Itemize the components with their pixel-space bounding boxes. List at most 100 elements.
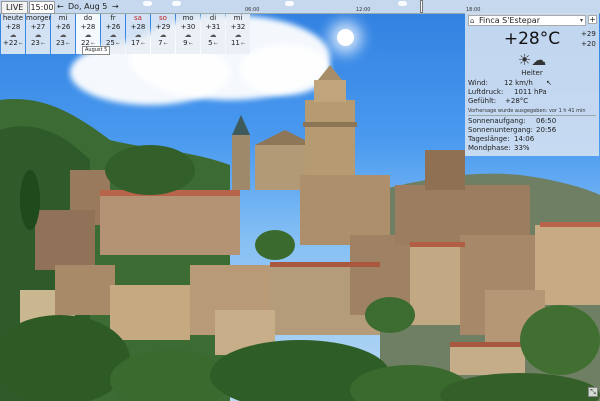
cloud-icon	[143, 1, 152, 6]
pressure-value: 1011 hPa	[514, 88, 547, 96]
temperature-low: +20	[581, 40, 596, 48]
sunrise-row: Sonnenaufgang: 06:50	[468, 117, 556, 126]
day-name: sa	[134, 14, 142, 22]
live-button[interactable]: LIVE	[1, 1, 29, 14]
forecast-day-2[interactable]: mi +26 ☁ 23←	[51, 14, 75, 54]
day-high: +26	[105, 23, 121, 31]
moon-phase-label: Mondphase:	[468, 144, 511, 152]
day-low: 7←	[151, 39, 175, 48]
forecast-day-9[interactable]: mi +32 ☁ 11←	[226, 14, 250, 54]
day-length-value: 14:06	[514, 135, 535, 143]
partly-cloudy-icon: ☁	[34, 31, 42, 39]
day-high: +27	[30, 23, 46, 31]
cloud-icon	[398, 1, 407, 6]
timeline-cursor-handle[interactable]	[420, 0, 423, 13]
day-low: 5←	[201, 39, 225, 48]
day-low-value: 17	[130, 39, 140, 47]
forecast-day-8[interactable]: di +31 ☁ 5←	[201, 14, 225, 54]
resize-handle-icon[interactable]: ⤡	[588, 387, 598, 397]
pressure-label: Luftdruck:	[468, 88, 504, 96]
day-low-value: 7	[158, 39, 163, 47]
forecast-issued-note: Vorhersage wurde ausgegeben: vor 1 h 41 …	[468, 108, 586, 114]
wind-arrow-icon: ←	[65, 41, 71, 47]
cloud-icon	[172, 1, 181, 6]
location-name: Finca S'Estepar	[479, 16, 540, 25]
day-low: 23←	[51, 39, 75, 48]
day-name: mo	[182, 14, 194, 22]
partly-cloudy-icon: ☁	[134, 31, 142, 39]
timeline-bar[interactable]: LIVE 15:00 ← Do, Aug 5 → 06:00 12:00 18:…	[0, 0, 600, 14]
forecast-day-5[interactable]: sa +28 ☁ 17←	[126, 14, 150, 54]
divider	[468, 115, 596, 116]
wind-arrow-icon: ←	[213, 41, 218, 47]
day-name: mi	[233, 14, 243, 22]
location-select[interactable]: ⌂ Finca S'Estepar ▾	[468, 15, 586, 26]
day-name: fr	[110, 14, 116, 22]
feels-like-row: Gefühlt: +28°C	[468, 97, 528, 106]
moon-phase-value: 33%	[514, 144, 530, 152]
day-low: 9←	[176, 39, 200, 48]
day-name: mi	[58, 14, 68, 22]
partly-cloudy-icon: ☁	[209, 31, 217, 39]
partly-cloudy-icon: ☁	[184, 31, 192, 39]
partly-cloudy-icon: ☁	[9, 31, 17, 39]
day-high: +28	[80, 23, 96, 31]
day-low-value: +22	[3, 39, 18, 47]
moon-phase-row: Mondphase: 33%	[468, 144, 530, 153]
day-high: +31	[205, 23, 221, 31]
day-name: so	[159, 14, 167, 22]
sun-cloud-icon: ☀☁	[517, 51, 547, 69]
day-low: 11←	[226, 39, 250, 48]
condition-text: Heiter	[521, 69, 543, 77]
forecast-day-1[interactable]: morgen +27 ☁ 23←	[26, 14, 54, 54]
wind-arrow-icon: ←	[188, 41, 193, 47]
sunset-value: 20:56	[536, 126, 557, 134]
day-low-value: 5	[208, 39, 213, 47]
day-name: di	[209, 14, 217, 22]
forecast-day-0[interactable]: heute +28 ☁ +22←	[1, 14, 25, 54]
day-low-value: 9	[183, 39, 188, 47]
wind-arrow-icon: ←	[40, 41, 46, 47]
cloud-icon: ☁	[59, 31, 67, 39]
sunset-row: Sonnenuntergang: 20:56	[468, 126, 556, 135]
home-icon: ⌂	[470, 17, 475, 25]
cloud-icon	[285, 1, 294, 6]
forecast-day-6[interactable]: so +29 ☁ 7←	[151, 14, 175, 54]
sunrise-label: Sonnenaufgang:	[468, 117, 526, 125]
wind-label: Wind:	[468, 79, 488, 87]
day-low-value: 23	[55, 39, 65, 47]
day-high: +26	[55, 23, 71, 31]
day-name: do	[83, 14, 93, 22]
forecast-strip: heute +28 ☁ +22← morgen +27 ☁ 23← mi +26 ☁ 23← do +28…	[1, 14, 251, 54]
day-high: +28	[130, 23, 146, 31]
feels-like-value: +28°C	[505, 97, 529, 105]
partly-cloudy-icon: ☁	[234, 31, 242, 39]
chevron-down-icon[interactable]: ▾	[580, 16, 583, 26]
partly-cloudy-icon: ☁	[159, 31, 167, 39]
date-label: Do, Aug 5	[68, 2, 108, 11]
add-location-button[interactable]: +	[588, 15, 597, 24]
day-low: +22←	[1, 39, 25, 48]
forecast-day-7[interactable]: mo +30 ☁ 9←	[176, 14, 200, 54]
wind-arrow-icon: ←	[115, 41, 121, 47]
hour-tick-label: 12:00	[356, 7, 371, 13]
day-name: morgen	[26, 14, 54, 22]
previous-day-arrow-icon[interactable]: ←	[57, 1, 64, 12]
wind-value: 12 km/h	[504, 79, 533, 87]
current-temperature: +28°C	[503, 29, 561, 49]
day-low: 23←	[26, 39, 50, 48]
day-high: +29	[155, 23, 171, 31]
weather-panel: ⌂ Finca S'Estepar ▾ + +28°C +29 +20 ☀☁ H…	[465, 13, 599, 156]
next-day-arrow-icon[interactable]: →	[112, 1, 119, 12]
day-length-row: Tageslänge: 14:06	[468, 135, 534, 144]
wind-row: Wind: 12 km/h ↖	[468, 79, 552, 88]
day-high: +32	[230, 23, 246, 31]
day-low-value: 23	[30, 39, 40, 47]
wind-arrow-icon: ←	[140, 41, 146, 47]
wind-arrow-icon: ←	[240, 41, 246, 47]
sunset-label: Sonnenuntergang:	[468, 126, 533, 134]
hour-tick-label: 06:00	[245, 7, 260, 13]
time-field[interactable]: 15:00	[29, 1, 55, 14]
day-length-label: Tageslänge:	[468, 135, 510, 143]
pressure-row: Luftdruck: 1011 hPa	[468, 88, 547, 97]
